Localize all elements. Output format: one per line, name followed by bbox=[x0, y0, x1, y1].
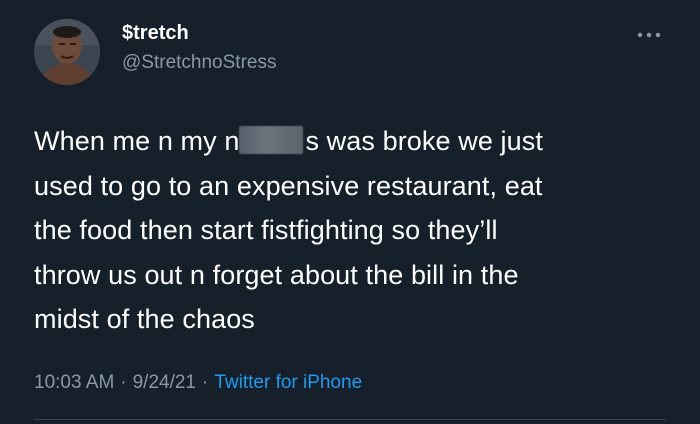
tweet-text: When me n my n s was broke we just used t… bbox=[34, 119, 674, 342]
more-horizontal-icon bbox=[637, 32, 661, 38]
tweet-line-segment: s was broke we just bbox=[305, 126, 543, 156]
tweet-line: throw us out n forget about the bill in … bbox=[34, 259, 519, 290]
tweet-line: the food then start fistfighting so they… bbox=[34, 215, 498, 245]
tweet-time[interactable]: 10:03 AM bbox=[34, 372, 114, 393]
avatar[interactable] bbox=[34, 19, 100, 85]
tweet-card: $tretch @StretchnoStress When me n my n s… bbox=[0, 0, 700, 424]
tweet-date[interactable]: 9/24/21 bbox=[133, 372, 196, 393]
tweet-meta: 10:03 AM · 9/24/21 · Twitter for iPhone bbox=[34, 372, 362, 394]
divider bbox=[34, 419, 666, 420]
tweet-line: used to go to an expensive restaurant, e… bbox=[34, 170, 543, 201]
tweet-line-segment: When me n my n bbox=[34, 126, 240, 156]
author-display-name[interactable]: $tretch bbox=[122, 22, 189, 45]
more-icon[interactable] bbox=[635, 28, 663, 42]
meta-separator: · bbox=[120, 372, 127, 393]
meta-separator: · bbox=[202, 372, 209, 393]
tweet-line: midst of the chaos bbox=[34, 304, 255, 334]
author-handle[interactable]: @StretchnoStress bbox=[122, 52, 276, 74]
avatar-photo-icon bbox=[34, 19, 100, 85]
tweet-source-link[interactable]: Twitter for iPhone bbox=[214, 372, 362, 393]
tweet-line: When me n my n s was broke we just bbox=[34, 119, 674, 164]
censored-word-blur bbox=[239, 126, 304, 154]
